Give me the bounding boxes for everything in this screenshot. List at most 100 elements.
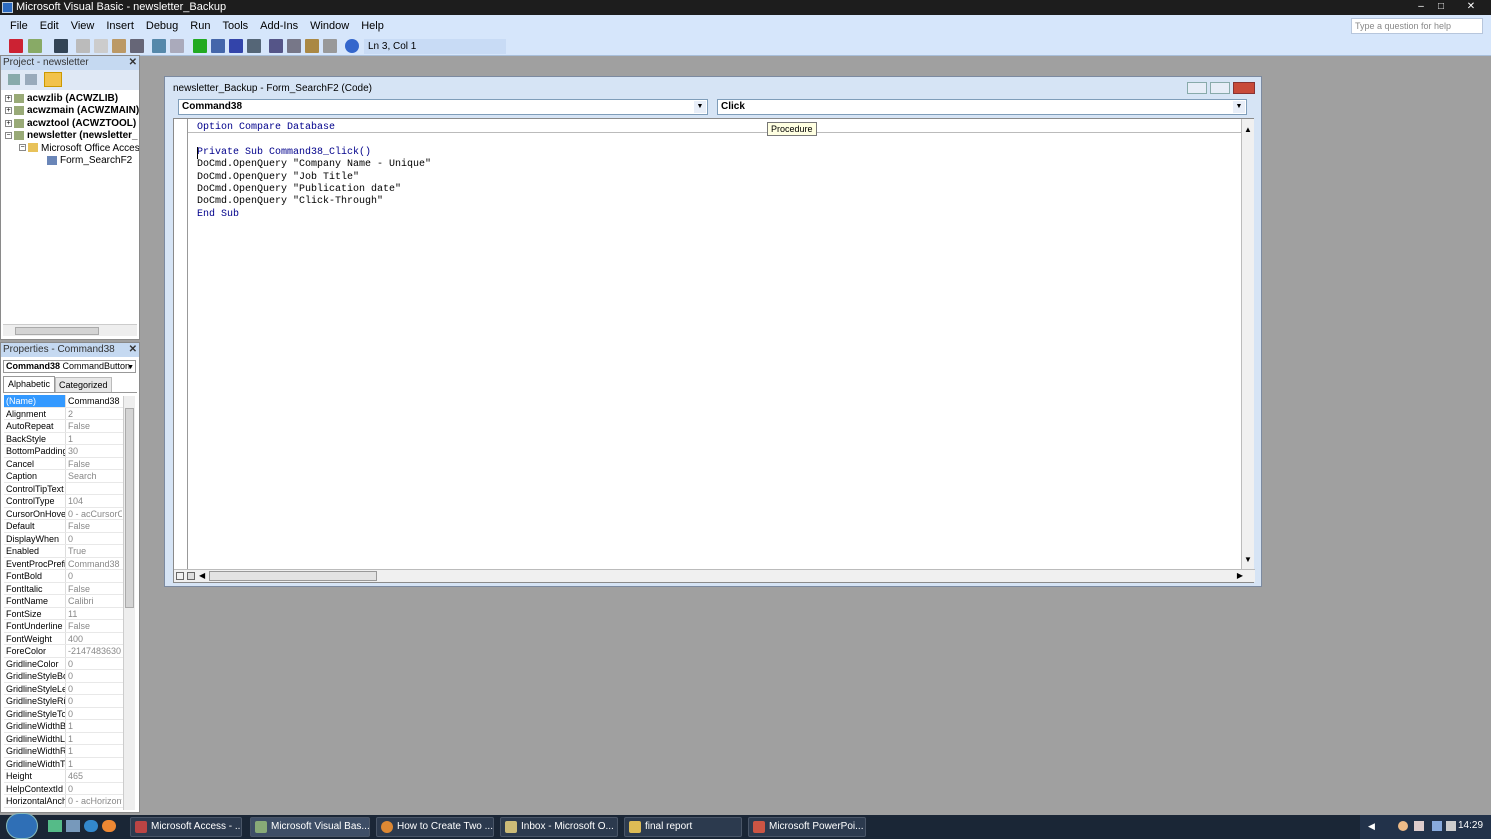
property-row[interactable]: DisplayWhen 0	[4, 532, 124, 545]
property-value[interactable]: 0	[66, 783, 122, 795]
help-search-input[interactable]: Type a question for help	[1351, 18, 1483, 34]
code-line[interactable]: DoCmd.OpenQuery "Company Name - Unique"	[197, 159, 431, 171]
save-icon[interactable]	[54, 39, 68, 53]
switch-windows-icon[interactable]	[66, 820, 80, 832]
messenger-icon[interactable]	[1398, 821, 1408, 831]
cut-icon[interactable]	[76, 39, 90, 53]
code-line[interactable]: Option Compare Database	[197, 122, 431, 134]
property-row[interactable]: Default False	[4, 520, 124, 533]
properties-window-icon[interactable]	[287, 39, 301, 53]
scroll-left-icon[interactable]: ◀	[199, 571, 205, 580]
show-desktop-icon[interactable]	[48, 820, 62, 832]
property-row[interactable]: Cancel False	[4, 457, 124, 470]
find-icon[interactable]	[130, 39, 144, 53]
property-row[interactable]: FontSize 11	[4, 607, 124, 620]
paste-icon[interactable]	[112, 39, 126, 53]
view-access-icon[interactable]	[9, 39, 23, 53]
property-row[interactable]: HelpContextId 0	[4, 782, 124, 795]
object-browser-icon[interactable]	[305, 39, 319, 53]
minimize-icon[interactable]	[1187, 82, 1207, 94]
horizontal-scrollbar[interactable]	[3, 324, 137, 336]
property-row[interactable]: FontName Calibri	[4, 595, 124, 608]
property-row[interactable]: BottomPadding 30	[4, 445, 124, 458]
menu-add-ins[interactable]: Add-Ins	[254, 16, 304, 36]
taskbar-item-browser[interactable]: How to Create Two ...	[376, 817, 494, 837]
property-row[interactable]: ControlTipText	[4, 482, 124, 495]
expand-icon[interactable]: +	[5, 107, 12, 115]
property-value[interactable]: False	[66, 620, 122, 632]
property-row[interactable]: GridlineWidthTo 1	[4, 757, 124, 770]
scroll-right-icon[interactable]: ▶	[1237, 571, 1243, 580]
network-icon[interactable]	[1432, 821, 1442, 831]
scroll-up-icon[interactable]: ▲	[1244, 125, 1252, 134]
property-row[interactable]: GridlineWidthLef 1	[4, 732, 124, 745]
property-value[interactable]: 0	[66, 683, 122, 695]
property-value[interactable]: 1	[66, 745, 122, 757]
property-row[interactable]: GridlineColor 0	[4, 657, 124, 670]
property-value[interactable]: 0 - acCursorOn	[66, 508, 122, 520]
property-row[interactable]: GridlineStyleLeft 0	[4, 682, 124, 695]
property-row[interactable]: Alignment 2	[4, 407, 124, 420]
collapse-icon[interactable]: −	[19, 144, 26, 152]
close-icon[interactable]: ✕	[129, 56, 137, 69]
property-value[interactable]: 11	[66, 608, 122, 620]
property-row[interactable]: CursorOnHover0 - acCursorOn	[4, 507, 124, 520]
property-value[interactable]: False	[66, 420, 122, 432]
property-row[interactable]: GridlineWidthRig1	[4, 745, 124, 758]
property-value[interactable]: 30	[66, 445, 122, 457]
taskbar-item-vba[interactable]: Microsoft Visual Bas...	[250, 817, 370, 837]
tree-item[interactable]: Form_SearchF2	[5, 155, 139, 167]
property-row[interactable]: ControlType 104	[4, 495, 124, 508]
menu-insert[interactable]: Insert	[100, 16, 140, 36]
run-icon[interactable]	[193, 39, 207, 53]
property-value[interactable]: 0	[66, 533, 122, 545]
view-object-icon[interactable]	[25, 74, 37, 85]
toggle-folders-icon[interactable]	[44, 72, 62, 87]
expand-icon[interactable]: +	[5, 94, 12, 102]
toolbox-icon[interactable]	[323, 39, 337, 53]
scroll-thumb[interactable]	[125, 408, 134, 608]
code-line[interactable]: DoCmd.OpenQuery "Publication date"	[197, 184, 431, 196]
code-line[interactable]: DoCmd.OpenQuery "Click-Through"	[197, 196, 431, 208]
tree-item[interactable]: + acwzlib (ACWZLIB)	[5, 93, 139, 105]
property-value[interactable]: Calibri	[66, 595, 122, 607]
menu-edit[interactable]: Edit	[34, 16, 65, 36]
code-line[interactable]: Private Sub Command38_Click()	[197, 147, 431, 159]
horizontal-scrollbar[interactable]: ◀ ▶	[174, 569, 1255, 582]
property-row[interactable]: GridlineStyleTop 0	[4, 707, 124, 720]
menu-help[interactable]: Help	[355, 16, 390, 36]
minimize-button[interactable]: –	[1411, 0, 1431, 14]
tree-item[interactable]: −Microsoft Office Access C	[5, 143, 139, 155]
property-value[interactable]: 1	[66, 733, 122, 745]
object-select[interactable]: Command38 CommandButton ▼	[3, 360, 136, 373]
help-icon[interactable]	[345, 39, 359, 53]
menu-view[interactable]: View	[65, 16, 101, 36]
scroll-thumb[interactable]	[15, 327, 99, 335]
property-value[interactable]: 1	[66, 433, 122, 445]
property-value[interactable]: Command38	[66, 395, 122, 407]
property-row[interactable]: FontUnderline False	[4, 620, 124, 633]
restore-button[interactable]: □	[1431, 0, 1451, 14]
break-icon[interactable]	[211, 39, 225, 53]
code-line[interactable]: DoCmd.OpenQuery "Job Title"	[197, 172, 431, 184]
procedure-view-icon[interactable]	[176, 572, 184, 580]
ie-icon[interactable]	[84, 820, 98, 832]
code-line[interactable]: End Sub	[197, 209, 431, 221]
tree-item[interactable]: + acwzmain (ACWZMAIN)	[5, 105, 139, 117]
close-icon[interactable]	[1233, 82, 1255, 94]
taskbar-item-outlook[interactable]: Inbox - Microsoft O...	[500, 817, 618, 837]
property-value[interactable]: 1	[66, 720, 122, 732]
menu-run[interactable]: Run	[184, 16, 216, 36]
copy-icon[interactable]	[94, 39, 108, 53]
scroll-down-icon[interactable]: ▼	[1244, 555, 1252, 564]
property-value[interactable]: True	[66, 545, 122, 557]
reset-icon[interactable]	[229, 39, 243, 53]
property-value[interactable]: 1	[66, 758, 122, 770]
menu-file[interactable]: File	[4, 16, 34, 36]
menu-debug[interactable]: Debug	[140, 16, 184, 36]
property-value[interactable]: False	[66, 520, 122, 532]
tree-item[interactable]: + acwztool (ACWZTOOL)	[5, 118, 139, 130]
tab-alphabetic[interactable]: Alphabetic	[3, 376, 56, 392]
property-value[interactable]: False	[66, 583, 122, 595]
code-text[interactable]: Option Compare Database Private Sub Comma…	[197, 122, 431, 221]
